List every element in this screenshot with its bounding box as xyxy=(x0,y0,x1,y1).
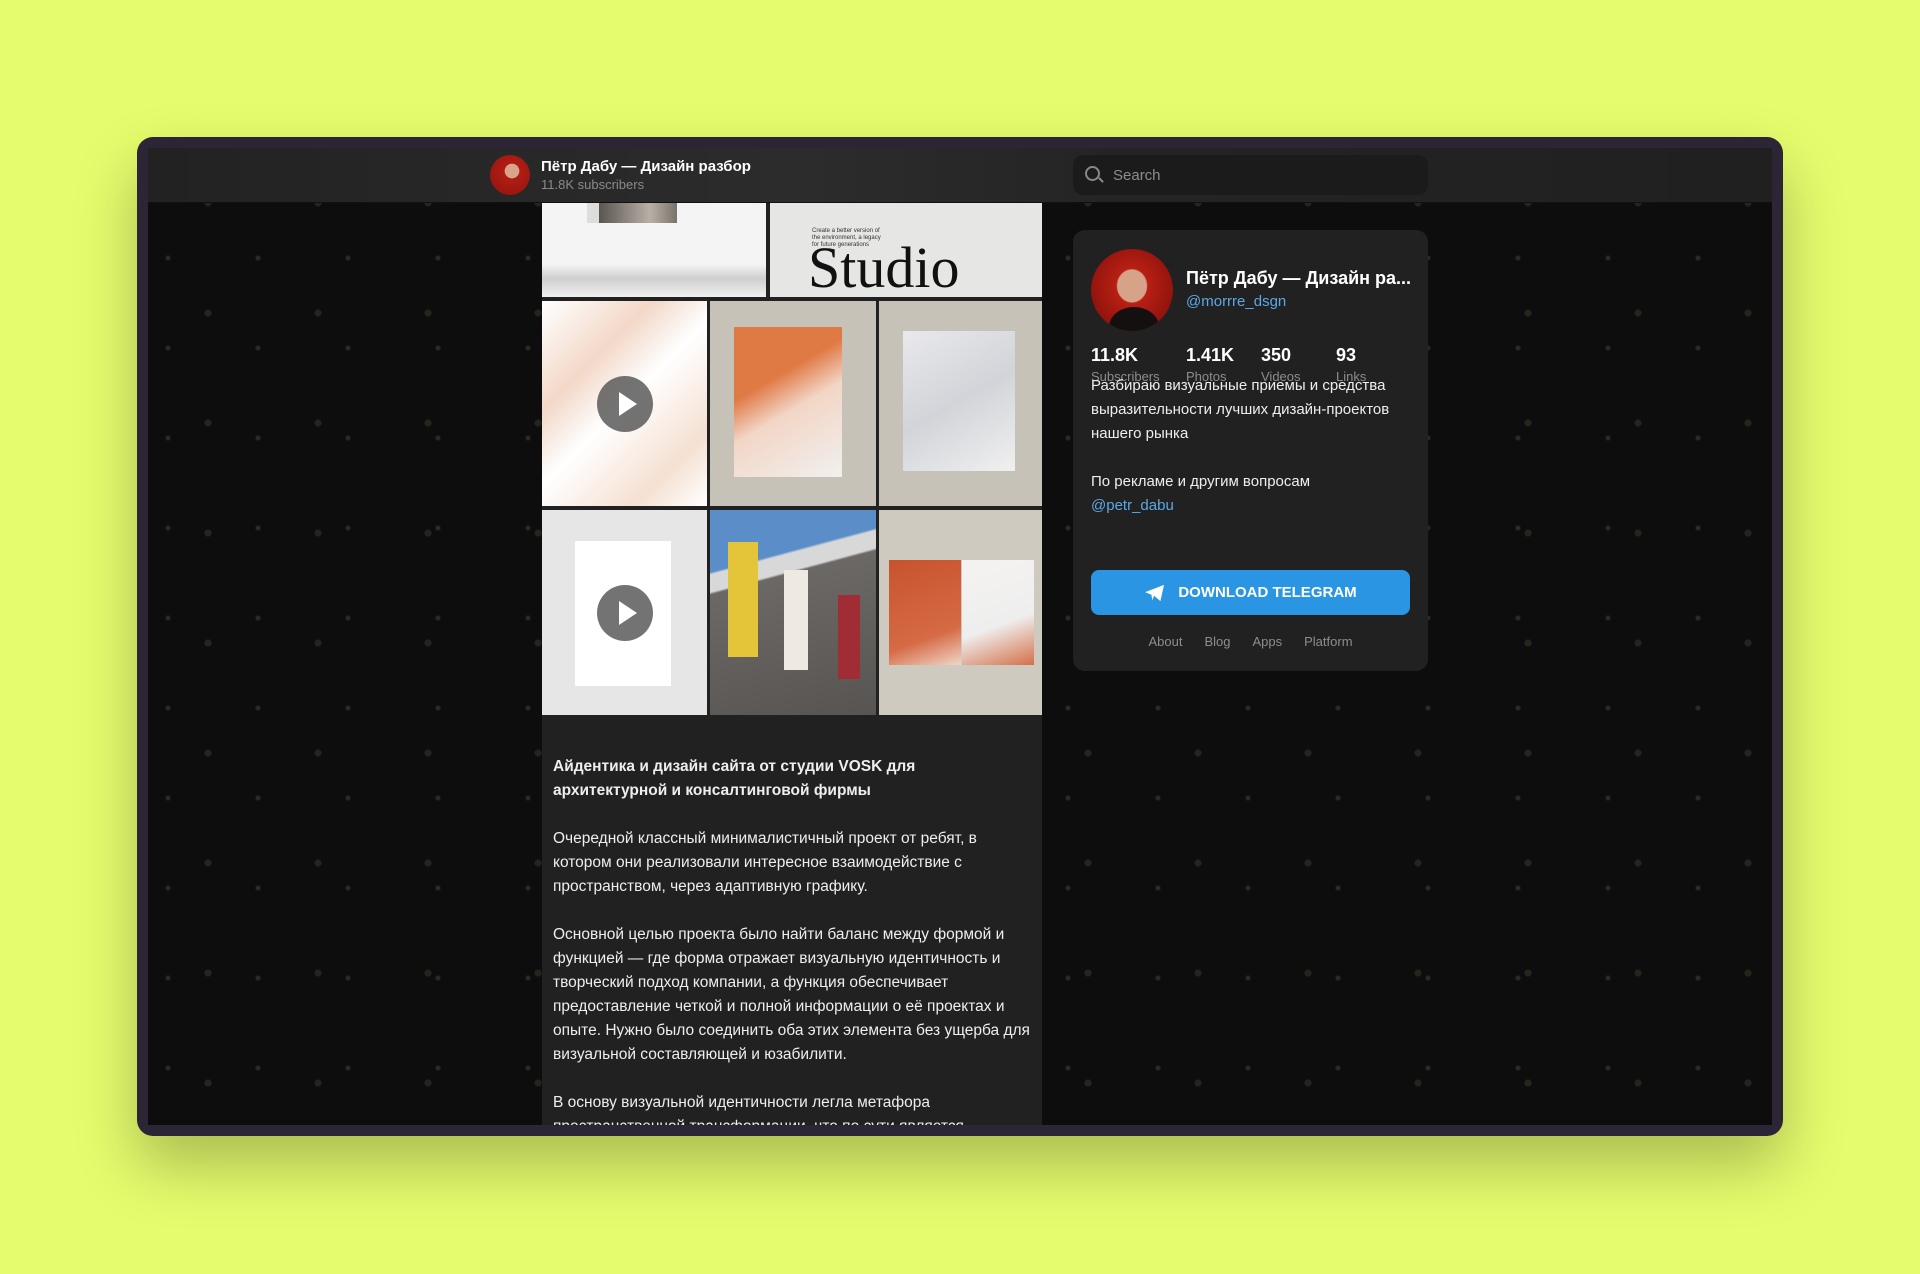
post-photo[interactable] xyxy=(879,301,1042,506)
footer-link-apps[interactable]: Apps xyxy=(1252,634,1282,649)
post-photo[interactable] xyxy=(879,510,1042,715)
download-telegram-label: DOWNLOAD TELEGRAM xyxy=(1178,584,1357,601)
ad-text: По рекламе и другим вопросам xyxy=(1091,473,1311,490)
channel-info-card: Пётр Дабу — Дизайн ра... @morrre_dsgn 11… xyxy=(1073,230,1428,671)
post-paragraph: В основу визуальной идентичности легла м… xyxy=(553,1094,964,1125)
channel-avatar[interactable] xyxy=(490,155,530,195)
channel-header: Пётр Дабу — Дизайн разбор 11.8K subscrib… xyxy=(148,148,1772,203)
ad-contact: По рекламе и другим вопросам @petr_dabu xyxy=(1091,470,1310,518)
channel-post: Create a better version of the environme… xyxy=(542,203,1042,1125)
channel-subscribers: 11.8K subscribers xyxy=(541,177,645,192)
stat-value: 350 xyxy=(1261,345,1292,365)
post-paragraph: Очередной классный минималистичный проек… xyxy=(553,830,977,895)
post-photo[interactable] xyxy=(710,301,876,506)
stat-value: 11.8K xyxy=(1091,345,1139,365)
post-title: Айдентика и дизайн сайта от студии VOSK … xyxy=(553,758,916,799)
download-telegram-button[interactable]: DOWNLOAD TELEGRAM xyxy=(1091,570,1410,615)
post-photo[interactable]: Create a better version of the environme… xyxy=(770,203,1042,297)
ad-handle-link[interactable]: @petr_dabu xyxy=(1091,497,1174,514)
footer-link-about[interactable]: About xyxy=(1148,634,1182,649)
channel-title[interactable]: Пётр Дабу — Дизайн разбор xyxy=(541,158,751,175)
photo-thumbnail xyxy=(587,203,677,223)
post-video[interactable] xyxy=(542,301,707,506)
search-box[interactable] xyxy=(1073,155,1428,195)
telegram-plane-icon xyxy=(1145,584,1165,601)
profile-avatar xyxy=(1091,249,1173,331)
stat-value: 1.41K xyxy=(1186,345,1235,365)
footer-links: About Blog Apps Platform xyxy=(1073,634,1428,649)
profile-name: Пётр Дабу — Дизайн ра... xyxy=(1186,268,1412,288)
profile-description: Разбираю визуальные приемы и средства вы… xyxy=(1091,377,1390,442)
search-input[interactable] xyxy=(1113,155,1413,195)
play-icon[interactable] xyxy=(596,375,653,432)
photo-studio-text: Studio xyxy=(808,235,960,297)
search-icon xyxy=(1085,166,1100,181)
post-text: Айдентика и дизайн сайта от студии VOSK … xyxy=(553,755,1033,1125)
stat-value: 93 xyxy=(1336,345,1357,365)
post-photo[interactable] xyxy=(542,203,766,297)
footer-link-blog[interactable]: Blog xyxy=(1204,634,1230,649)
post-paragraph: Основной целью проекта было найти баланс… xyxy=(553,926,1030,1063)
play-icon[interactable] xyxy=(596,584,653,641)
footer-link-platform[interactable]: Platform xyxy=(1304,634,1352,649)
chat-background: Пётр Дабу — Дизайн разбор 11.8K subscrib… xyxy=(148,148,1772,1125)
post-video[interactable] xyxy=(542,510,707,715)
browser-window: Пётр Дабу — Дизайн разбор 11.8K subscrib… xyxy=(137,137,1783,1136)
profile-handle[interactable]: @morrre_dsgn xyxy=(1186,293,1286,310)
post-photo[interactable] xyxy=(710,510,876,715)
